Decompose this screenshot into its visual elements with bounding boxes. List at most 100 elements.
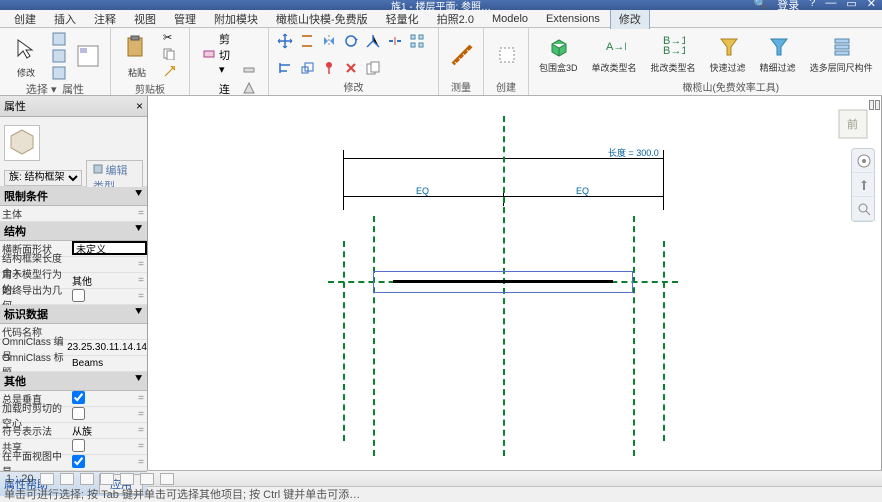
select-group-label: 选择 ▾ xyxy=(26,84,57,96)
single-rename-button[interactable]: A→B单改类型名 xyxy=(590,33,639,76)
match-button[interactable] xyxy=(159,65,181,81)
props-small-3[interactable] xyxy=(48,65,70,81)
rotate-icon[interactable] xyxy=(343,33,359,49)
copy-button[interactable] xyxy=(159,47,181,63)
split-icon[interactable] xyxy=(387,33,403,49)
shadows-button[interactable] xyxy=(100,473,114,485)
crop-region-button[interactable] xyxy=(140,473,154,485)
tab-annotate[interactable]: 注释 xyxy=(86,9,124,29)
props-small-1[interactable] xyxy=(48,31,70,47)
drawing-canvas[interactable]: 长度 = 300.0 EQ EQ 前 xyxy=(148,96,882,470)
tab-manage[interactable]: 管理 xyxy=(166,9,204,29)
cut-geom-button[interactable]: 剪切 ▾ xyxy=(198,30,234,77)
section-identity[interactable]: 标识数据⯆ xyxy=(0,305,147,324)
tab-view[interactable]: 视图 xyxy=(126,9,164,29)
prop-omni-title: OmniClass 标题Beams xyxy=(0,356,147,372)
modify-tool-button[interactable]: 修改 xyxy=(8,30,44,81)
max-icon[interactable]: ▭ xyxy=(846,0,856,13)
detail-level-button[interactable] xyxy=(40,473,54,485)
ref-right-inner xyxy=(633,216,635,456)
modify-group-label: 修改 xyxy=(277,79,430,93)
geom-a[interactable] xyxy=(238,61,260,77)
pin-icon[interactable] xyxy=(321,60,337,76)
paste-button[interactable]: 粘贴 xyxy=(119,30,155,81)
login-link[interactable]: 登录 xyxy=(777,0,799,13)
delete-icon[interactable] xyxy=(343,60,359,76)
cut-button[interactable]: ✂ xyxy=(159,30,181,45)
create-group-label: 创建 xyxy=(492,79,520,93)
properties-panel: 属性 × 族: 结构框架 编辑类型 限制条件⯆ 主体= 结构⯆ 横断面形状 结构… xyxy=(0,96,148,470)
svg-text:A→B: A→B xyxy=(606,41,626,53)
tab-addins[interactable]: 附加模块 xyxy=(206,9,266,29)
fine-filter-button[interactable]: 精细过滤 xyxy=(758,33,798,76)
prop-void-loaded: 加载时剪切的空心= xyxy=(0,407,147,423)
props-small-2[interactable] xyxy=(48,48,70,64)
close-icon[interactable]: × xyxy=(136,99,143,113)
section-other[interactable]: 其他⯆ xyxy=(0,372,147,391)
nav-cube[interactable]: 前 xyxy=(833,104,873,144)
svg-text:B→1: B→1 xyxy=(663,45,685,57)
section-constraints[interactable]: 限制条件⯆ xyxy=(0,187,147,206)
min-icon[interactable]: — xyxy=(825,0,836,13)
modify-label: 修改 xyxy=(17,66,35,79)
show-plan-check[interactable] xyxy=(72,455,85,468)
help-icon[interactable]: ? xyxy=(809,0,815,13)
ribbon-group-clipboard: 粘贴 ✂ 剪贴板 xyxy=(111,28,190,95)
props-panel-toggle[interactable] xyxy=(74,42,102,70)
prop-symbol: 符号表示法从族= xyxy=(0,423,147,439)
crop-button[interactable] xyxy=(120,473,134,485)
ribbon-group-select: 修改 选择 ▾ 属性 xyxy=(0,28,111,95)
geom-b[interactable] xyxy=(238,80,260,96)
close-icon[interactable]: ✕ xyxy=(867,0,876,13)
bbox3d-button[interactable]: 包围盒3D xyxy=(537,33,580,76)
ref-left-inner xyxy=(373,216,375,456)
multi-level-button[interactable]: 选多层同尺构件 xyxy=(808,33,875,76)
ribbon-group-measure: 测量 xyxy=(439,28,484,95)
nav-pan[interactable] xyxy=(852,173,876,197)
scale-display[interactable]: 1 : 20 xyxy=(6,473,34,485)
scale-icon[interactable] xyxy=(299,60,315,76)
tab-modify[interactable]: 修改 xyxy=(610,8,650,29)
batch-rename-button[interactable]: B→1B→1批改类型名 xyxy=(649,33,698,76)
beam-solid xyxy=(393,280,613,283)
align-icon[interactable] xyxy=(277,60,293,76)
array-icon[interactable] xyxy=(409,33,425,49)
props-group-label: 属性 xyxy=(62,84,84,96)
tab-olive[interactable]: 橄榄山快模-免费版 xyxy=(268,9,376,29)
ref-left-ext xyxy=(343,241,345,441)
hide-button[interactable] xyxy=(160,473,174,485)
measure-label: 测量 xyxy=(447,79,475,93)
prop-show-plan: 在平面视图中显…= xyxy=(0,455,147,471)
family-selector[interactable]: 族: 结构框架 xyxy=(4,170,82,186)
nav-wheel[interactable] xyxy=(852,149,876,173)
move-icon[interactable] xyxy=(277,33,293,49)
ribbon-group-geometry: 剪切 ▾ 连接 ▾ 几何图形 xyxy=(190,28,269,95)
always-vert-check[interactable] xyxy=(72,391,85,404)
ribbon-group-create: 创建 xyxy=(484,28,529,95)
export-geom-check[interactable] xyxy=(72,289,85,302)
dim-tick-left xyxy=(343,150,344,210)
shape-input[interactable] xyxy=(72,241,147,255)
trim-icon[interactable] xyxy=(365,33,381,49)
quick-filter-button[interactable]: 快速过滤 xyxy=(708,33,748,76)
ribbon-group-olive: 包围盒3D A→B单改类型名 B→1B→1批改类型名 快速过滤 精细过滤 选多层… xyxy=(529,28,882,95)
void-loaded-check[interactable] xyxy=(72,407,85,420)
hint-text: 单击可进行选择; 按 Tab 键并单击可选择其他项目; 按 Ctrl 键并单击可… xyxy=(4,486,360,502)
visual-style-button[interactable] xyxy=(60,473,74,485)
search-icon[interactable]: 🔍 xyxy=(754,0,768,13)
copy-mod-icon[interactable] xyxy=(365,60,381,76)
offset-icon[interactable] xyxy=(299,33,315,49)
section-structure[interactable]: 结构⯆ xyxy=(0,222,147,241)
shared-check[interactable] xyxy=(72,439,85,452)
sun-button[interactable] xyxy=(80,473,94,485)
nav-zoom[interactable] xyxy=(852,197,876,221)
mirror-icon[interactable] xyxy=(321,33,337,49)
tab-create[interactable]: 创建 xyxy=(6,9,44,29)
eq-left: EQ xyxy=(416,186,429,196)
properties-titlebar[interactable]: 属性 × xyxy=(0,96,147,117)
measure-button[interactable] xyxy=(447,41,475,69)
tab-extensions[interactable]: Extensions xyxy=(538,11,608,27)
tab-modelo[interactable]: Modelo xyxy=(484,11,536,27)
create-button[interactable] xyxy=(492,41,520,69)
tab-insert[interactable]: 插入 xyxy=(46,9,84,29)
